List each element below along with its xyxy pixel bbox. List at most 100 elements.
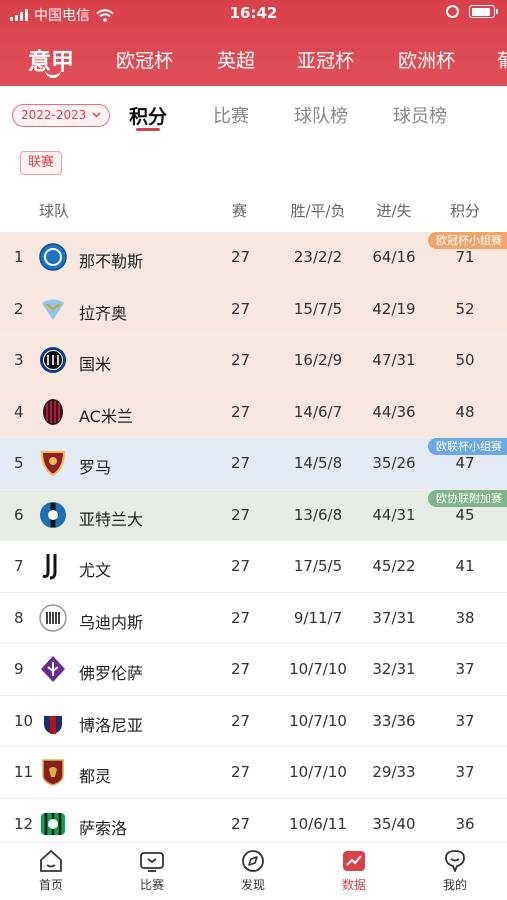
profile-icon bbox=[445, 850, 465, 872]
header-points: 积分 bbox=[449, 202, 480, 220]
season-value: 2022-2023 bbox=[21, 108, 87, 122]
points-cell: 52 bbox=[455, 299, 475, 318]
table-row[interactable]: 5 罗马 27 14/5/8 35/26 47 欧联杯小组赛 bbox=[0, 438, 507, 490]
nav-profile-label: 我的 bbox=[442, 878, 467, 892]
rank-cell: 2 bbox=[14, 299, 24, 318]
points-cell: 37 bbox=[455, 660, 475, 678]
team-name-cell: 佛罗伦萨 bbox=[79, 664, 144, 683]
played-cell: 27 bbox=[231, 454, 251, 472]
played-cell: 27 bbox=[231, 351, 251, 369]
rank-cell: 9 bbox=[14, 660, 24, 678]
rank-cell: 3 bbox=[14, 351, 24, 369]
table-row[interactable]: 3 国米 27 16/2/9 47/31 50 bbox=[0, 335, 507, 387]
wdl-cell: 15/7/5 bbox=[293, 299, 343, 318]
team-name-cell: 罗马 bbox=[79, 458, 112, 477]
season-selector[interactable]: 2022-2023 bbox=[12, 104, 111, 127]
sassuolo-crest-icon bbox=[41, 812, 65, 835]
top-header: 中国电信 16:42 意甲 欧冠杯 英超 亚冠杯 欧洲杯 葡 bbox=[0, 0, 507, 86]
goals-cell: 33/36 bbox=[372, 711, 416, 730]
wdl-cell: 23/2/2 bbox=[293, 248, 343, 266]
team-name-cell: 乌迪内斯 bbox=[79, 612, 144, 632]
zone-badge: 欧协联附加赛 bbox=[428, 489, 507, 507]
points-cell: 37 bbox=[455, 763, 475, 781]
rank-cell: 1 bbox=[14, 248, 24, 266]
team-name-cell: 亚特兰大 bbox=[79, 509, 144, 529]
nav-matches-label: 比赛 bbox=[139, 878, 164, 892]
goals-cell: 37/31 bbox=[372, 608, 416, 627]
zone-badge: 欧冠杯小组赛 bbox=[428, 232, 507, 249]
played-cell: 27 bbox=[231, 608, 251, 627]
table-row[interactable]: 9 佛罗伦萨 27 10/7/10 32/31 37 bbox=[0, 644, 507, 696]
table-row[interactable]: 4 AC米兰 27 14/6/7 44/36 48 bbox=[0, 386, 507, 438]
wdl-cell: 14/6/7 bbox=[293, 402, 343, 421]
ac-milan-crest-icon bbox=[43, 398, 63, 425]
tab-champions-league[interactable]: 欧冠杯 bbox=[116, 46, 173, 73]
wdl-cell: 10/6/11 bbox=[289, 814, 347, 833]
nav-data-label: 数据 bbox=[341, 878, 366, 892]
atalanta-crest-icon bbox=[40, 501, 66, 528]
table-row[interactable]: 11 都灵 27 10/7/10 29/33 37 bbox=[0, 747, 507, 799]
rank-cell: 6 bbox=[14, 505, 24, 524]
table-row[interactable]: 6 亚特兰大 27 13/6/8 44/31 45 欧协联附加赛 bbox=[0, 489, 507, 541]
rank-cell: 8 bbox=[14, 608, 24, 627]
competition-chip[interactable]: 联赛 bbox=[20, 151, 63, 175]
team-name-cell: 尤文 bbox=[79, 561, 112, 580]
wdl-cell: 10/7/10 bbox=[289, 763, 347, 781]
zone-badge: 欧联杯小组赛 bbox=[428, 438, 507, 455]
juventus-crest-icon bbox=[42, 554, 57, 580]
tab-standings[interactable]: 积分 bbox=[129, 102, 167, 129]
points-cell: 37 bbox=[455, 711, 475, 730]
goals-cell: 32/31 bbox=[372, 660, 416, 678]
rank-cell: 10 bbox=[14, 711, 34, 730]
napoli-crest-icon bbox=[39, 243, 67, 271]
points-cell: 50 bbox=[455, 351, 475, 369]
torino-crest-icon bbox=[42, 759, 64, 786]
header-goals: 进/失 bbox=[376, 202, 412, 220]
nav-discover-label: 发现 bbox=[240, 878, 265, 892]
nav-discover[interactable]: 发现 bbox=[218, 849, 288, 893]
chevron-down-icon bbox=[92, 112, 101, 118]
nav-matches[interactable]: 比赛 bbox=[117, 849, 187, 893]
points-cell: 41 bbox=[455, 557, 475, 575]
table-row[interactable]: 7 尤文 27 17/5/5 45/22 41 bbox=[0, 541, 507, 593]
inter-crest-icon bbox=[40, 347, 66, 373]
standings-table: 1 那不勒斯 27 23/2/2 64/16 71 欧冠杯小组赛 2 拉齐奥 27 15/7/5 42… bbox=[0, 232, 507, 850]
team-name-cell: 国米 bbox=[79, 355, 112, 374]
points-cell: 47 bbox=[455, 454, 475, 472]
table-row[interactable]: 2 拉齐奥 27 15/7/5 42/19 52 bbox=[0, 283, 507, 335]
header-team: 球队 bbox=[39, 202, 70, 220]
tab-portugal[interactable]: 葡 bbox=[497, 46, 507, 73]
tab-euro[interactable]: 欧洲杯 bbox=[398, 46, 455, 73]
goals-cell: 42/19 bbox=[372, 299, 416, 318]
udinese-crest-icon bbox=[39, 603, 67, 632]
goals-cell: 64/16 bbox=[372, 248, 416, 266]
table-row[interactable]: 1 那不勒斯 27 23/2/2 64/16 71 欧冠杯小组赛 bbox=[0, 232, 507, 284]
played-cell: 27 bbox=[231, 505, 251, 524]
nav-profile[interactable]: 我的 bbox=[420, 849, 490, 893]
battery-icon bbox=[469, 5, 498, 18]
points-cell: 36 bbox=[455, 814, 475, 833]
roma-crest-icon bbox=[40, 451, 66, 477]
nav-data[interactable]: 数据 bbox=[319, 849, 389, 893]
header-wdl: 胜/平/负 bbox=[290, 202, 346, 220]
tab-afc-champions-league[interactable]: 亚冠杯 bbox=[297, 46, 354, 73]
tab-premier-league[interactable]: 英超 bbox=[217, 46, 255, 73]
table-row[interactable]: 10 博洛尼亚 27 10/7/10 33/36 37 bbox=[0, 696, 507, 747]
wdl-cell: 9/11/7 bbox=[293, 608, 343, 627]
table-header: 球队 赛 胜/平/负 进/失 积分 bbox=[0, 196, 507, 226]
tab-team-rankings[interactable]: 球队榜 bbox=[294, 102, 348, 128]
data-chart-icon bbox=[343, 851, 365, 871]
goals-cell: 44/36 bbox=[372, 402, 416, 421]
tab-player-rankings[interactable]: 球员榜 bbox=[393, 102, 447, 128]
sub-tab-indicator bbox=[136, 128, 160, 131]
played-cell: 27 bbox=[231, 814, 251, 833]
orientation-lock-icon bbox=[446, 5, 459, 18]
match-tv-icon bbox=[140, 852, 164, 872]
table-row[interactable]: 8 乌迪内斯 27 9/11/7 37/31 38 bbox=[0, 593, 507, 644]
nav-home[interactable]: 首页 bbox=[16, 849, 86, 893]
league-tab-bar[interactable]: 意甲 欧冠杯 英超 亚冠杯 欧洲杯 葡 bbox=[0, 38, 507, 78]
home-icon bbox=[40, 850, 62, 872]
team-name-cell: 都灵 bbox=[79, 767, 112, 786]
tab-matches[interactable]: 比赛 bbox=[213, 102, 249, 128]
played-cell: 27 bbox=[231, 557, 251, 575]
